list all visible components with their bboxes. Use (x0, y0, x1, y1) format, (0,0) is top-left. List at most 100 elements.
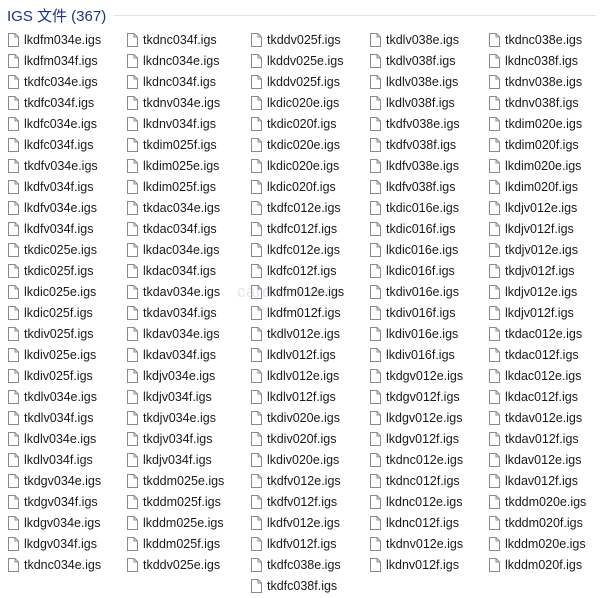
file-item[interactable]: tkdic016e.igs (362, 197, 480, 218)
file-item[interactable]: tkdfv012f.igs (243, 491, 361, 512)
file-item[interactable]: lkdlv012f.igs (243, 344, 361, 365)
file-item[interactable]: lkdjv034f.igs (119, 386, 237, 407)
file-item[interactable]: lkdnc034e.igs (119, 50, 237, 71)
file-item[interactable]: tkddv025f.igs (243, 29, 361, 50)
file-item[interactable]: tkddm025e.igs (119, 470, 237, 491)
file-item[interactable]: lkdfv012e.igs (243, 512, 361, 533)
file-item[interactable]: tkdfv038e.igs (362, 113, 480, 134)
file-item[interactable]: lkdfv038f.igs (362, 176, 480, 197)
file-item[interactable]: lkdav012e.igs (481, 449, 599, 470)
file-item[interactable]: lkdjv012f.igs (481, 218, 599, 239)
file-item[interactable]: lkdlv038e.igs (362, 71, 480, 92)
file-item[interactable]: tkdfv012e.igs (243, 470, 361, 491)
file-item[interactable]: tkdfc034e.igs (0, 71, 118, 92)
file-item[interactable]: tkdfc012e.igs (243, 197, 361, 218)
file-item[interactable]: tkddv025e.igs (119, 554, 237, 575)
file-item[interactable]: lkddm020e.igs (481, 533, 599, 554)
file-item[interactable]: tkdfc038f.igs (243, 575, 361, 596)
file-item[interactable]: lkdjv034f.igs (119, 449, 237, 470)
file-item[interactable]: lkdic020e.igs (243, 155, 361, 176)
file-item[interactable]: lkdnc012e.igs (362, 491, 480, 512)
file-item[interactable]: lkdiv016f.igs (362, 344, 480, 365)
file-item[interactable]: tkdnv034e.igs (119, 92, 237, 113)
file-item[interactable]: tkdjv012f.igs (481, 260, 599, 281)
file-item[interactable]: lkddm025f.igs (119, 533, 237, 554)
file-item[interactable]: tkdic016f.igs (362, 218, 480, 239)
file-item[interactable]: lkdfc034e.igs (0, 113, 118, 134)
file-item[interactable]: tkdfc012f.igs (243, 218, 361, 239)
file-item[interactable]: tkdic020f.igs (243, 113, 361, 134)
file-item[interactable]: lkdim020f.igs (481, 176, 599, 197)
file-item[interactable]: lkddv025e.igs (243, 50, 361, 71)
file-item[interactable]: tkdic025e.igs (0, 239, 118, 260)
file-item[interactable]: lkdgv034f.igs (0, 533, 118, 554)
file-item[interactable]: lkdic025e.igs (0, 281, 118, 302)
file-item[interactable]: tkdnv038f.igs (481, 92, 599, 113)
file-item[interactable]: lkdav034f.igs (119, 344, 237, 365)
file-item[interactable]: tkdiv020f.igs (243, 428, 361, 449)
file-item[interactable]: lkdfv034f.igs (0, 218, 118, 239)
file-item[interactable]: lkdfc012e.igs (243, 239, 361, 260)
file-item[interactable]: tkdav012e.igs (481, 407, 599, 428)
file-item[interactable]: tkdiv016f.igs (362, 302, 480, 323)
file-item[interactable]: lkdjv012f.igs (481, 302, 599, 323)
file-item[interactable]: lkdic020f.igs (243, 176, 361, 197)
file-item[interactable]: lkdiv020e.igs (243, 449, 361, 470)
file-item[interactable]: lkdic016f.igs (362, 260, 480, 281)
file-item[interactable]: tkdjv034e.igs (119, 407, 237, 428)
file-item[interactable]: tkdlv034f.igs (0, 407, 118, 428)
file-item[interactable]: lkdav012f.igs (481, 470, 599, 491)
file-item[interactable]: lkddm025e.igs (119, 512, 237, 533)
file-item[interactable]: tkdim020f.igs (481, 134, 599, 155)
file-item[interactable]: tkdim020e.igs (481, 113, 599, 134)
file-item[interactable]: tkdac034f.igs (119, 218, 237, 239)
file-item[interactable]: lkdlv034f.igs (0, 449, 118, 470)
file-item[interactable]: tkdnc034f.igs (119, 29, 237, 50)
file-item[interactable]: lkdgv034e.igs (0, 512, 118, 533)
file-item[interactable]: lkdfc012f.igs (243, 260, 361, 281)
file-item[interactable]: tkdfc038e.igs (243, 554, 361, 575)
file-item[interactable]: tkdac012f.igs (481, 344, 599, 365)
file-item[interactable]: lkdnc038f.igs (481, 50, 599, 71)
file-item[interactable]: tkdac012e.igs (481, 323, 599, 344)
group-header[interactable]: IGS 文件 (367) (0, 0, 600, 29)
file-item[interactable]: lkdnc012f.igs (362, 512, 480, 533)
file-item[interactable]: tkdgv012f.igs (362, 386, 480, 407)
file-item[interactable]: lkdic020e.igs (243, 92, 361, 113)
file-item[interactable]: lkdfv012f.igs (243, 533, 361, 554)
file-item[interactable]: tkdac034e.igs (119, 197, 237, 218)
file-item[interactable]: tkdiv020e.igs (243, 407, 361, 428)
file-item[interactable]: lkdjv012e.igs (481, 197, 599, 218)
file-item[interactable]: lkdav034e.igs (119, 323, 237, 344)
file-item[interactable]: lkdfc034f.igs (0, 134, 118, 155)
file-item[interactable]: tkdlv038e.igs (362, 29, 480, 50)
file-item[interactable]: tkdnc038e.igs (481, 29, 599, 50)
file-item[interactable]: lkdiv025e.igs (0, 344, 118, 365)
file-item[interactable]: tkdic020e.igs (243, 134, 361, 155)
file-item[interactable]: tkddm020e.igs (481, 491, 599, 512)
file-item[interactable]: lkdlv012f.igs (243, 386, 361, 407)
file-item[interactable]: tkdgv034f.igs (0, 491, 118, 512)
file-item[interactable]: lkdac012f.igs (481, 386, 599, 407)
file-item[interactable]: tkdlv012e.igs (243, 323, 361, 344)
file-item[interactable]: lkdiv016e.igs (362, 323, 480, 344)
file-item[interactable]: tkdnc012e.igs (362, 449, 480, 470)
file-item[interactable]: tkdjv012e.igs (481, 239, 599, 260)
file-item[interactable]: lkdgv012e.igs (362, 407, 480, 428)
file-item[interactable]: lkdfm012f.igs (243, 302, 361, 323)
file-item[interactable]: tkdnv038e.igs (481, 71, 599, 92)
file-item[interactable]: tkdim025f.igs (119, 134, 237, 155)
file-item[interactable]: tkdfv038f.igs (362, 134, 480, 155)
file-item[interactable]: lkdfm034f.igs (0, 50, 118, 71)
file-item[interactable]: lkdiv025f.igs (0, 365, 118, 386)
file-item[interactable]: lkddv025f.igs (243, 71, 361, 92)
file-item[interactable]: tkdnc034e.igs (0, 554, 118, 575)
file-item[interactable]: tkdav034f.igs (119, 302, 237, 323)
file-item[interactable]: tkdnc012f.igs (362, 470, 480, 491)
file-item[interactable]: lkdfv038e.igs (362, 155, 480, 176)
file-item[interactable]: tkdgv034e.igs (0, 470, 118, 491)
file-item[interactable]: lkdim020e.igs (481, 155, 599, 176)
file-item[interactable]: tkdiv025f.igs (0, 323, 118, 344)
file-item[interactable]: tkdav012f.igs (481, 428, 599, 449)
file-item[interactable]: lkdlv034e.igs (0, 428, 118, 449)
